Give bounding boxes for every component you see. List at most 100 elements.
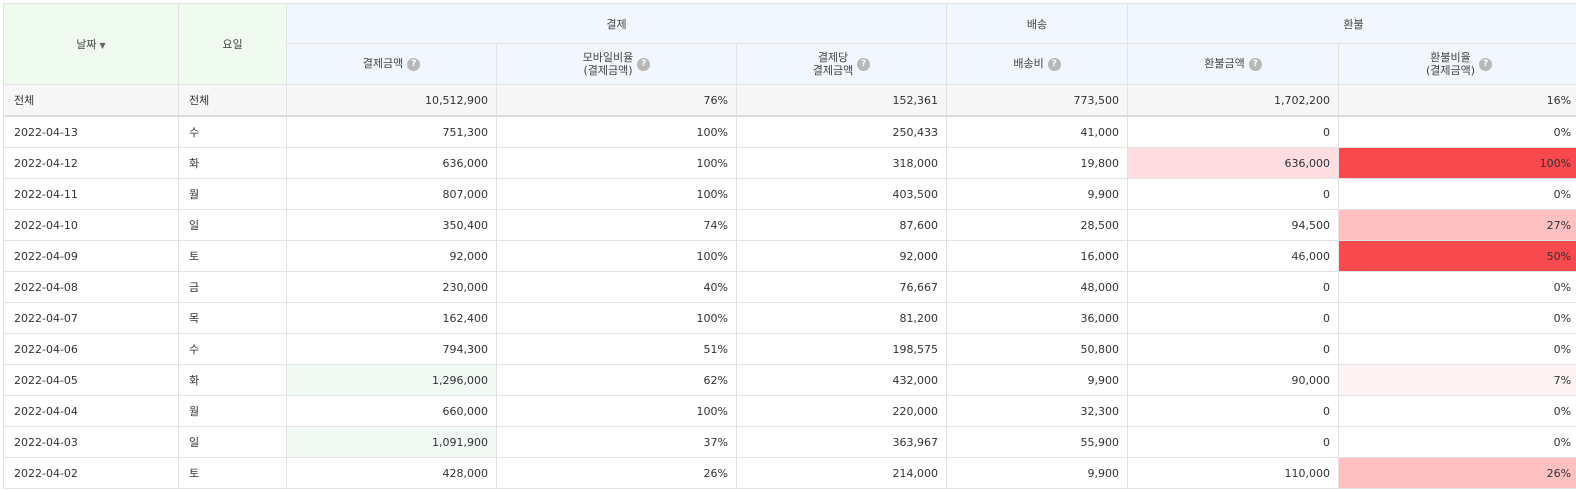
- date-header-label: 날짜: [76, 38, 97, 51]
- refund-ratio-cell: 0%: [1338, 333, 1576, 365]
- table-row: 2022-04-10 일 350,400 74% 87,600 28,500 9…: [3, 209, 1576, 241]
- mobile-ratio-cell: 100%: [496, 302, 737, 334]
- pay-amount-cell: 1,296,000: [286, 364, 497, 396]
- refund-amount-header: 환불금액?: [1127, 43, 1340, 85]
- refund-ratio-cell: 0%: [1338, 426, 1576, 458]
- sort-caret-icon[interactable]: ▼: [100, 41, 106, 50]
- refund-ratio-label-line1: 환불비율: [1430, 51, 1471, 64]
- weekday-cell: 토: [178, 457, 287, 489]
- weekday-cell: 일: [178, 426, 287, 458]
- weekday-cell: 금: [178, 271, 287, 303]
- per-payment-cell: 214,000: [735, 457, 948, 489]
- shipping-fee-cell: 55,900: [946, 426, 1129, 458]
- total-row: 전체 전체 10,512,900 76% 152,361 773,500 1,7…: [3, 84, 1576, 117]
- refund-ratio-cell: 50%: [1338, 240, 1576, 272]
- per-payment-cell: 220,000: [735, 395, 948, 427]
- table-row: 2022-04-05 화 1,296,000 62% 432,000 9,900…: [3, 364, 1576, 396]
- table-row: 2022-04-08 금 230,000 40% 76,667 48,000 0…: [3, 271, 1576, 303]
- pay-amount-cell: 660,000: [286, 395, 497, 427]
- help-icon[interactable]: ?: [407, 57, 421, 71]
- weekday-cell: 화: [178, 364, 287, 396]
- shipping-fee-cell: 32,300: [946, 395, 1129, 427]
- pay-amount-cell: 636,000: [286, 147, 497, 179]
- table-row: 2022-04-13 수 751,300 100% 250,433 41,000…: [3, 115, 1576, 148]
- help-icon[interactable]: ?: [1479, 57, 1493, 71]
- table-row: 2022-04-07 목 162,400 100% 81,200 36,000 …: [3, 302, 1576, 334]
- refund-ratio-label-line2: (결제금액): [1425, 64, 1476, 77]
- pay-amount-cell: 751,300: [286, 115, 497, 148]
- date-column-header[interactable]: 날짜 ▼: [3, 3, 179, 85]
- table-row: 2022-04-02 토 428,000 26% 214,000 9,900 1…: [3, 457, 1576, 489]
- total-ship-cell: 773,500: [946, 84, 1129, 117]
- refund-ratio-cell: 0%: [1338, 271, 1576, 303]
- refund-amount-cell: 0: [1127, 271, 1340, 303]
- shipping-fee-header: 배송비?: [946, 43, 1129, 85]
- weekday-cell: 월: [178, 178, 287, 210]
- date-cell: 2022-04-13: [3, 115, 179, 148]
- pay-amount-label: 결제금액: [362, 57, 404, 71]
- shipping-fee-cell: 41,000: [946, 115, 1129, 148]
- table-row: 2022-04-06 수 794,300 51% 198,575 50,800 …: [3, 333, 1576, 365]
- table-row: 2022-04-04 월 660,000 100% 220,000 32,300…: [3, 395, 1576, 427]
- table-row: 2022-04-11 월 807,000 100% 403,500 9,900 …: [3, 178, 1576, 210]
- refund-amount-cell: 0: [1127, 178, 1340, 210]
- pay-amount-cell: 428,000: [286, 457, 497, 489]
- shipping-fee-cell: 9,900: [946, 178, 1129, 210]
- date-cell: 2022-04-02: [3, 457, 179, 489]
- help-icon[interactable]: ?: [1248, 57, 1262, 71]
- total-mobile-cell: 76%: [496, 84, 737, 117]
- weekday-column-header: 요일: [178, 3, 287, 85]
- help-icon[interactable]: ?: [637, 57, 651, 71]
- weekday-cell: 일: [178, 209, 287, 241]
- refund-amount-cell: 46,000: [1127, 240, 1340, 272]
- shipping-fee-cell: 50,800: [946, 333, 1129, 365]
- help-icon[interactable]: ?: [1047, 57, 1061, 71]
- pay-amount-cell: 230,000: [286, 271, 497, 303]
- date-cell: 2022-04-03: [3, 426, 179, 458]
- total-weekday-cell: 전체: [178, 84, 287, 117]
- refund-amount-cell: 636,000: [1127, 147, 1340, 179]
- refund-group-header: 환불: [1127, 3, 1576, 44]
- shipping-fee-cell: 9,900: [946, 364, 1129, 396]
- date-cell: 2022-04-07: [3, 302, 179, 334]
- refund-ratio-header: 환불비율 (결제금액)?: [1338, 43, 1576, 85]
- mobile-ratio-label-line2: (결제금액): [583, 64, 633, 77]
- per-payment-cell: 318,000: [735, 147, 948, 179]
- mobile-ratio-cell: 100%: [496, 395, 737, 427]
- mobile-ratio-cell: 37%: [496, 426, 737, 458]
- weekday-cell: 토: [178, 240, 287, 272]
- refund-ratio-cell: 0%: [1338, 395, 1576, 427]
- refund-ratio-cell: 0%: [1338, 178, 1576, 210]
- mobile-ratio-cell: 74%: [496, 209, 737, 241]
- refund-amount-cell: 90,000: [1127, 364, 1340, 396]
- date-cell: 2022-04-05: [3, 364, 179, 396]
- refund-amount-cell: 0: [1127, 395, 1340, 427]
- date-cell: 2022-04-12: [3, 147, 179, 179]
- refund-ratio-cell: 26%: [1338, 457, 1576, 489]
- pay-amount-cell: 92,000: [286, 240, 497, 272]
- refund-ratio-cell: 7%: [1338, 364, 1576, 396]
- mobile-ratio-cell: 26%: [496, 457, 737, 489]
- shipping-fee-cell: 36,000: [946, 302, 1129, 334]
- shipping-fee-cell: 16,000: [946, 240, 1129, 272]
- pay-amount-cell: 807,000: [286, 178, 497, 210]
- mobile-ratio-cell: 100%: [496, 115, 737, 148]
- pay-amount-cell: 350,400: [286, 209, 497, 241]
- help-icon[interactable]: ?: [857, 57, 871, 71]
- refund-ratio-cell: 0%: [1338, 115, 1576, 148]
- date-cell: 2022-04-06: [3, 333, 179, 365]
- per-payment-header: 결제당 결제금액?: [735, 43, 948, 85]
- weekday-cell: 화: [178, 147, 287, 179]
- refund-amount-cell: 0: [1127, 115, 1340, 148]
- mobile-ratio-cell: 40%: [496, 271, 737, 303]
- per-payment-label-line2: 결제금액: [812, 64, 854, 77]
- refund-amount-cell: 0: [1127, 302, 1340, 334]
- pay-amount-cell: 794,300: [286, 333, 497, 365]
- per-payment-cell: 250,433: [735, 115, 948, 148]
- weekday-cell: 목: [178, 302, 287, 334]
- pay-amount-header: 결제금액?: [286, 43, 497, 85]
- refund-ratio-cell: 100%: [1338, 147, 1576, 179]
- refund-amount-cell: 0: [1127, 426, 1340, 458]
- shipping-fee-cell: 19,800: [946, 147, 1129, 179]
- weekday-cell: 수: [178, 333, 287, 365]
